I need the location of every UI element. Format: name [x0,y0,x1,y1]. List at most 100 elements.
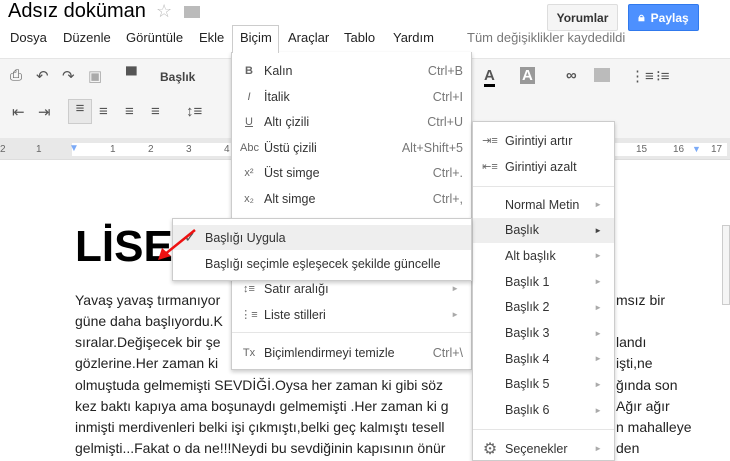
save-status: Tüm değişiklikler kaydedildi [467,30,626,45]
document-text-line[interactable]: olmuştuda gelmemişti SEVDİĞİ.Oysa her za… [75,377,443,393]
document-text-line-right[interactable]: Ağır ağır [616,398,670,414]
share-label: Paylaş [650,10,689,25]
menu-item-format[interactable]: U Altı çizili Ctrl+U [232,109,471,134]
menu-item-label: Üstü çizili [264,140,317,155]
paragraph-styles-menu: ⇥≡ Girintiyi artır ⇤≡ Girintiyi azalt Norm… [472,121,615,461]
print-icon[interactable]: ⎙ [10,67,22,84]
image-icon[interactable] [594,68,610,82]
ruler-tick: 1 [36,144,42,155]
menu-item-label: Alt simge [264,191,316,206]
menu-item-format[interactable]: Tx Biçimlendirmeyi temizle Ctrl+\ [232,340,471,365]
menu-item-style[interactable]: Başlık 2 ► [473,295,614,320]
increase-indent-icon[interactable]: ⇥ [38,103,51,121]
menu-item-label: Normal Metin [505,197,580,212]
folder-icon[interactable] [184,6,200,18]
align-center-icon[interactable]: ≡ [99,103,108,120]
menu-item-apply-heading[interactable]: ✓ Başlığı Uygula [173,225,471,250]
menu-format[interactable]: Biçim [240,30,272,45]
paint-format-icon[interactable]: ▀ [126,67,137,84]
ruler-tick: 2 [148,144,154,155]
text-color-icon[interactable]: A [484,67,495,87]
scrollbar[interactable] [722,225,730,305]
justify-icon[interactable]: ≡ [151,103,160,120]
menu-item-shortcut: Ctrl+\ [432,345,463,360]
chevron-right-icon: ► [594,225,602,235]
chevron-right-icon: ► [594,277,602,287]
ruler-tick: 15 [636,144,648,155]
menu-item-style[interactable]: Başlık ► [473,217,614,243]
menu-file[interactable]: Dosya [10,30,47,45]
align-right-icon[interactable]: ≡ [125,103,134,120]
document-text-line-right[interactable]: msız bir [616,292,665,308]
bulleted-list-icon[interactable]: ⁝≡ [656,67,670,85]
line-spacing-icon[interactable]: ↕≡ [186,103,202,120]
format-icon: ⋮≡ [240,309,258,321]
menu-item-style[interactable]: Başlık 1 ► [473,269,614,294]
menu-item-format[interactable]: I İtalik Ctrl+I [232,84,471,109]
style-select[interactable]: Başlık [160,70,195,84]
menu-item-format[interactable]: Abc Üstü çizili Alt+Shift+5 [232,135,471,160]
menu-item-style[interactable]: Alt başlık ► [473,243,614,268]
menu-item-update-heading[interactable]: Başlığı seçimle eşleşecek şekilde güncel… [173,251,471,276]
menu-item-style[interactable]: Başlık 4 ► [473,346,614,371]
menu-item-style[interactable]: Normal Metin ► [473,192,614,217]
document-text-line[interactable]: gelmişti...Fakat o da ne!!!Neydi bu sevd… [75,440,445,456]
menu-item-format[interactable]: ⋮≡ Liste stilleri ► [232,302,471,327]
menu-item-options[interactable]: ⚙ Seçenekler ► [473,436,614,461]
star-icon[interactable]: ☆ [156,1,172,22]
redo-icon[interactable]: ↷ [62,67,75,85]
menu-item-label: Seçenekler [505,441,568,456]
menu-item-label: Başlık 6 [505,403,550,418]
menu-item-style[interactable]: Başlık 3 ► [473,321,614,346]
align-left-icon[interactable]: ≡ [68,99,92,124]
increase-indent-icon: ⇥≡ [482,135,498,147]
document-text-line[interactable]: Yavaş yavaş tırmanıyor [75,292,220,308]
menu-item-format[interactable]: B Kalın Ctrl+B [232,58,471,83]
indent-marker-icon[interactable]: ▼ [69,143,79,154]
menu-item-format[interactable]: x² Üst simge Ctrl+. [232,160,471,185]
menu-view[interactable]: Görüntüle [126,30,183,45]
document-text-line[interactable]: sıralar.Değişecek bir şe [75,334,221,350]
document-text-line[interactable]: kez baktı kapıya ama boşunaydı gelmemişt… [75,398,449,414]
document-text-line[interactable]: gözlerine.Her zaman ki [75,355,218,371]
document-text-line[interactable]: güne daha başlıyordu.K [75,313,223,329]
ruler-tick: 17 [711,144,723,155]
divider [473,429,614,430]
comments-button[interactable]: Yorumlar [547,4,618,31]
link-icon[interactable]: ∞ [566,67,577,84]
menu-help[interactable]: Yardım [393,30,434,45]
menu-insert[interactable]: Ekle [199,30,224,45]
chevron-right-icon: ► [594,379,602,389]
document-text-line[interactable]: inmişti merdivenleri belki işi çıkmıştı,… [75,419,445,435]
format-icon: I [247,90,251,103]
chevron-right-icon: ► [594,251,602,261]
menu-item-label: Başlığı Uygula [205,230,286,245]
highlight-color-icon[interactable]: A [520,67,535,84]
document-text-line-right[interactable]: den [616,440,639,456]
menu-item-decrease-indent[interactable]: ⇤≡ Girintiyi azalt [473,154,614,179]
menu-item-increase-indent[interactable]: ⇥≡ Girintiyi artır [473,128,614,153]
menu-item-label: Başlık 1 [505,274,550,289]
red-arrow-annotation [158,229,196,260]
menu-item-label: Başlık [505,223,540,238]
menu-item-style[interactable]: Başlık 5 ► [473,372,614,397]
document-text-line-right[interactable]: landı [616,334,646,350]
share-button[interactable]: 🔒︎ Paylaş [628,4,699,31]
undo-icon[interactable]: ↶ [36,67,49,85]
document-text-line-right[interactable]: n mahalleye [616,419,692,435]
menu-item-shortcut: Ctrl+I [432,89,463,104]
menu-item-format[interactable]: x₂ Alt simge Ctrl+, [232,186,471,211]
document-text-line-right[interactable]: işti,ne [616,355,653,371]
document-text-line-right[interactable]: ğında son [616,377,678,393]
paste-icon[interactable]: ▣ [88,67,102,85]
decrease-indent-icon[interactable]: ⇤ [12,103,25,121]
right-indent-marker-icon[interactable]: ▼ [692,144,701,154]
menu-tools[interactable]: Araçlar [288,30,329,45]
menu-table[interactable]: Tablo [344,30,375,45]
ruler-tick: 3 [186,144,192,155]
document-title[interactable]: Adsız doküman [8,0,146,23]
menu-item-style[interactable]: Başlık 6 ► [473,398,614,423]
menu-edit[interactable]: Düzenle [63,30,111,45]
chevron-right-icon: ► [594,444,602,453]
numbered-list-icon[interactable]: ⋮≡ [630,67,654,85]
